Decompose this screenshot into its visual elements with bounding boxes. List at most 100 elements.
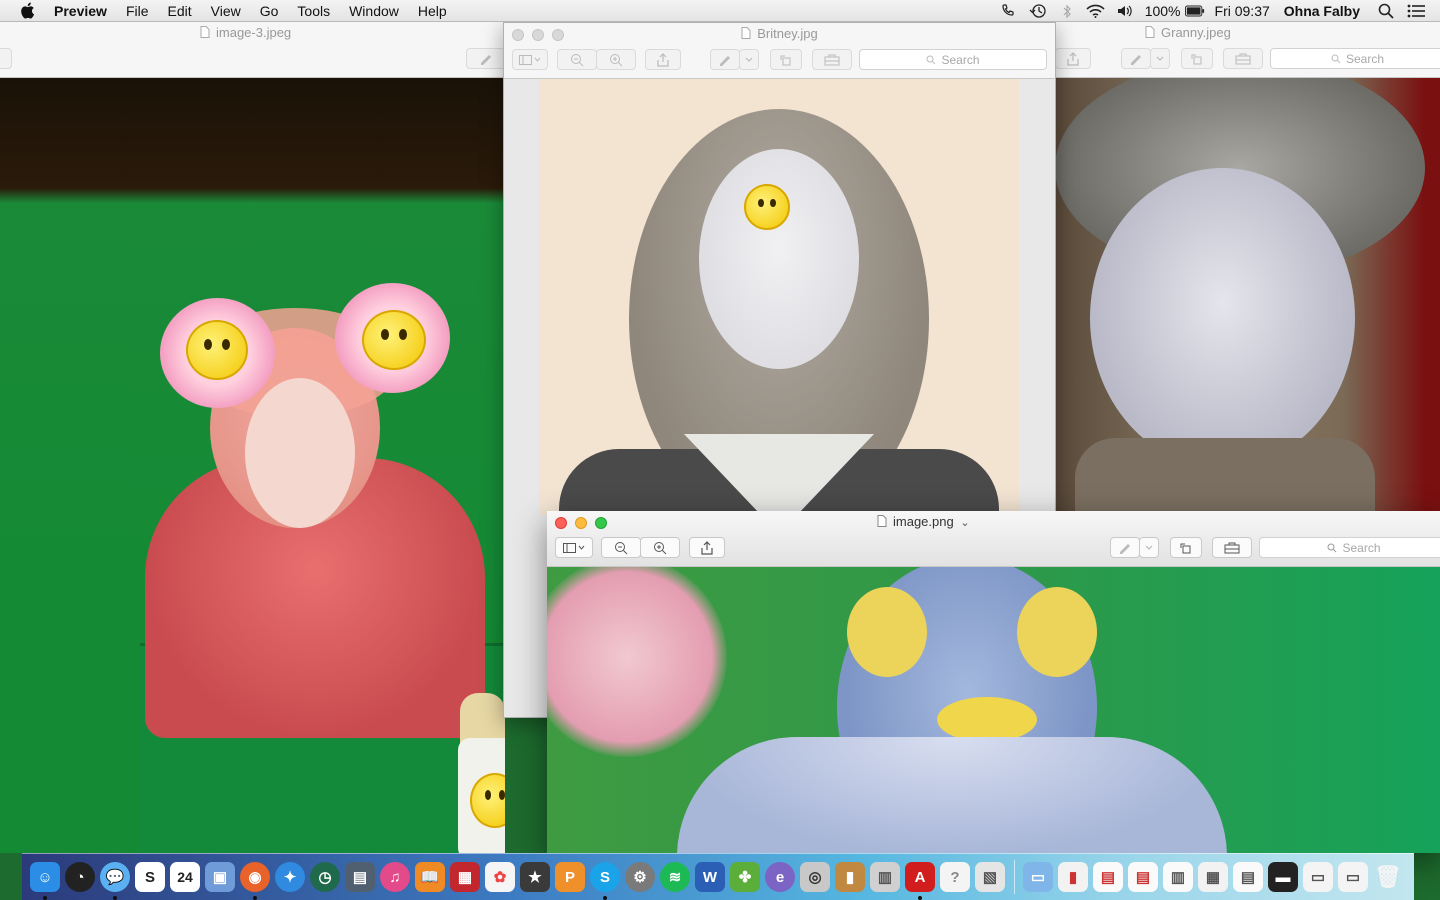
markup-pen-button[interactable] [710, 49, 740, 70]
search-field[interactable]: Search [1270, 48, 1440, 69]
markup-pen-button[interactable] [1110, 537, 1140, 558]
finder-icon[interactable]: ☺ [30, 862, 60, 900]
titlebar[interactable]: image-3.jpeg [0, 22, 505, 78]
titlebar[interactable]: image.png ⌄ Search [547, 511, 1440, 567]
menu-view[interactable]: View [211, 3, 241, 19]
safari-icon[interactable]: ✦ [275, 862, 305, 892]
battery-icon[interactable] [1184, 3, 1205, 19]
share-button[interactable] [645, 49, 681, 70]
emoji-sticker [186, 320, 248, 380]
menu-bar: Preview File Edit View Go Tools Window H… [0, 0, 1440, 22]
window-granny[interactable]: Granny.jpeg Search [1055, 22, 1440, 512]
share-button[interactable] [689, 537, 725, 558]
spotify-icon[interactable]: ≋ [660, 862, 690, 892]
titlebar[interactable]: Britney.jpg Search [504, 23, 1055, 79]
ibooks-icon[interactable]: 📖 [415, 862, 445, 892]
camera-icon[interactable]: ◎ [800, 862, 830, 892]
pdf-document-icon[interactable]: ▤ [1128, 862, 1158, 892]
terminal-window-icon[interactable]: ▬ [1268, 862, 1298, 892]
document-icon [1145, 26, 1155, 38]
zoom-out-button[interactable] [601, 537, 641, 558]
photo-booth-icon[interactable]: ▦ [450, 862, 480, 892]
calendar-day: 24 [177, 869, 193, 885]
menu-go[interactable]: Go [260, 3, 279, 19]
sidebar-toggle-button[interactable] [555, 537, 593, 558]
messages-icon[interactable]: 💬 [100, 862, 130, 900]
image-capture-icon[interactable]: ▧ [975, 862, 1005, 892]
time-machine-app-icon[interactable]: ◷ [310, 862, 340, 892]
menu-window[interactable]: Window [349, 3, 399, 19]
edge-icon[interactable]: e [765, 862, 795, 892]
volume-icon[interactable] [1115, 3, 1135, 19]
apple-menu-icon[interactable] [19, 2, 37, 19]
sidebar-button[interactable] [0, 48, 12, 69]
photos-icon[interactable]: ✿ [485, 862, 515, 892]
window-image-3[interactable]: image-3.jpeg [0, 22, 505, 853]
calendar-icon[interactable]: 24 [170, 862, 200, 892]
firefox-icon[interactable]: ◉ [240, 862, 270, 900]
menu-app-preview[interactable]: Preview [54, 3, 107, 19]
acrobat-icon[interactable]: A [905, 862, 935, 900]
toolbox-button[interactable] [812, 49, 852, 70]
window-image-png[interactable]: image.png ⌄ Search [547, 511, 1440, 853]
scanner-icon[interactable]: ▤ [345, 862, 375, 892]
menu-clock[interactable]: Fri 09:37 [1215, 3, 1270, 19]
document-preview-icon[interactable]: ▥ [1163, 862, 1193, 892]
image-file-icon[interactable]: ▭ [1303, 862, 1333, 892]
rotate-button[interactable] [1181, 48, 1213, 69]
mission-control-icon[interactable]: ▥ [870, 862, 900, 892]
search-icon [926, 55, 936, 65]
notes-icon[interactable]: ▮ [835, 862, 865, 892]
markup-dropdown-button[interactable] [739, 49, 759, 70]
preview-icon[interactable]: ▣ [205, 862, 235, 892]
zoom-out-button[interactable] [557, 49, 597, 70]
slack-icon[interactable]: S [135, 862, 165, 892]
emoji-sticker [362, 310, 426, 370]
zoom-in-button[interactable] [596, 49, 636, 70]
star-app-icon[interactable]: ★ [520, 862, 550, 892]
granny-photo [1055, 78, 1440, 512]
menu-edit[interactable]: Edit [168, 3, 192, 19]
sidebar-toggle-button[interactable] [512, 49, 548, 70]
window-title[interactable]: image.png [893, 514, 954, 529]
menu-help[interactable]: Help [418, 3, 447, 19]
markup-dropdown-button[interactable] [1150, 48, 1170, 69]
rotate-button[interactable] [1170, 537, 1202, 558]
rotate-button[interactable] [770, 49, 802, 70]
markup-dropdown-button[interactable] [1139, 537, 1159, 558]
pages-icon[interactable]: P [555, 862, 585, 892]
document-stack-icon[interactable]: ▮ [1058, 862, 1088, 892]
downloads-folder-icon[interactable]: ▭ [1023, 862, 1053, 892]
menu-file[interactable]: File [126, 3, 149, 19]
search-field[interactable]: Search [859, 49, 1047, 70]
skype-icon[interactable]: S [590, 862, 620, 900]
trash-icon[interactable]: 🗑 [1373, 862, 1403, 892]
markup-toolbar-button[interactable] [466, 48, 505, 69]
phone-icon[interactable] [999, 3, 1019, 19]
user-name[interactable]: Ohna Falby [1284, 3, 1360, 19]
itunes-icon[interactable]: ♫ [380, 862, 410, 892]
bluetooth-icon[interactable] [1057, 3, 1077, 19]
dashboard-icon[interactable]: ◔ [65, 862, 95, 892]
zoom-in-button[interactable] [640, 537, 680, 558]
time-machine-icon[interactable] [1028, 3, 1048, 19]
spotlight-icon[interactable] [1376, 3, 1396, 19]
notification-center-icon[interactable] [1406, 3, 1426, 19]
title-menu-chevron-icon[interactable]: ⌄ [960, 517, 969, 529]
search-field[interactable]: Search [1259, 537, 1440, 558]
toolbox-button[interactable] [1212, 537, 1252, 558]
document-file-icon[interactable]: ▤ [1233, 862, 1263, 892]
word-icon[interactable]: W [695, 862, 725, 892]
toolbox-button[interactable] [1223, 48, 1263, 69]
window-file-icon[interactable]: ▭ [1338, 862, 1368, 892]
plants-vs-zombies-icon[interactable]: ✤ [730, 862, 760, 892]
menu-tools[interactable]: Tools [297, 3, 330, 19]
markup-pen-button[interactable] [1121, 48, 1151, 69]
help-icon[interactable]: ? [940, 862, 970, 892]
wifi-icon[interactable] [1086, 3, 1106, 19]
share-button[interactable] [1055, 48, 1091, 69]
titlebar[interactable]: Granny.jpeg Search [1055, 22, 1440, 78]
pdf-stack-icon[interactable]: ▤ [1093, 862, 1123, 892]
screenshot-icon[interactable]: ▦ [1198, 862, 1228, 892]
system-preferences-icon[interactable]: ⚙ [625, 862, 655, 892]
